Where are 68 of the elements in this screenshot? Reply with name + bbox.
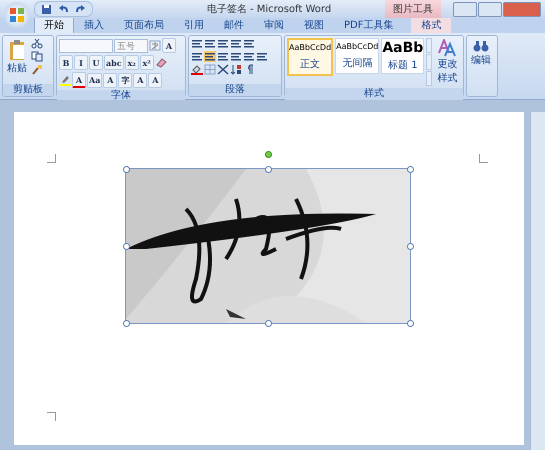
resize-handle[interactable] xyxy=(265,320,272,327)
contextual-tab-header: 图片工具 xyxy=(385,0,441,18)
format-button[interactable]: A xyxy=(148,72,162,88)
vertical-scrollbar[interactable] xyxy=(530,112,545,450)
format-button[interactable]: A xyxy=(133,72,148,88)
asian-layout-icon[interactable] xyxy=(217,64,229,75)
format-button[interactable]: x² xyxy=(140,55,154,70)
format-button[interactable]: U xyxy=(89,55,103,70)
bullets-icon[interactable] xyxy=(191,38,203,49)
ribbon-tab[interactable]: 页面布局 xyxy=(114,16,174,33)
undo-icon[interactable] xyxy=(58,4,69,14)
ribbon-tab[interactable]: 审阅 xyxy=(254,16,294,33)
highlighter-icon[interactable] xyxy=(59,74,71,86)
binoculars-icon xyxy=(473,39,489,53)
group-title: 样式 xyxy=(285,88,463,100)
crop-mark xyxy=(47,154,56,163)
align-right-icon[interactable] xyxy=(217,51,229,62)
format-button[interactable]: B xyxy=(59,55,73,70)
resize-handle[interactable] xyxy=(123,166,130,173)
shading-icon[interactable] xyxy=(191,64,203,75)
justify-icon[interactable] xyxy=(230,51,242,62)
ribbon-tab[interactable]: 插入 xyxy=(74,16,114,33)
crop-mark xyxy=(479,154,488,163)
close-button[interactable] xyxy=(503,2,541,16)
resize-handle[interactable] xyxy=(123,320,130,327)
ribbon-tab[interactable]: PDF工具集 xyxy=(334,16,404,33)
phonetic-guide-icon[interactable] xyxy=(149,40,161,51)
resize-handle[interactable] xyxy=(407,243,414,250)
crop-mark xyxy=(47,412,56,421)
brush-icon[interactable] xyxy=(31,64,43,75)
format-button[interactable]: Aa xyxy=(87,72,102,88)
redo-icon[interactable] xyxy=(75,4,86,14)
format-button[interactable]: 字 xyxy=(118,72,132,88)
window-title: 电子签名 - Microsoft Word xyxy=(206,2,332,16)
save-icon[interactable] xyxy=(41,4,52,14)
eraser-icon[interactable] xyxy=(154,57,167,68)
group-title: 剪贴板 xyxy=(3,84,53,96)
sort-icon[interactable] xyxy=(230,64,242,75)
style-preset[interactable]: AaBb 标题 1 xyxy=(381,38,424,74)
format-button[interactable]: x₂ xyxy=(124,55,139,70)
clipboard-icon xyxy=(8,39,26,61)
copy-icon[interactable] xyxy=(31,51,43,62)
resize-handle[interactable] xyxy=(265,166,272,173)
group-title: 段落 xyxy=(189,84,281,96)
resize-handle[interactable] xyxy=(123,243,130,250)
format-button[interactable]: abc xyxy=(104,55,124,70)
editing-button[interactable]: 编辑 xyxy=(469,38,493,94)
rotate-handle[interactable] xyxy=(265,151,272,158)
paste-button[interactable]: 粘贴 xyxy=(5,38,29,82)
style-preset[interactable]: AaBbCcDd 正文 xyxy=(287,38,334,76)
resize-handle[interactable] xyxy=(407,320,414,327)
ribbon-tab[interactable]: 视图 xyxy=(294,16,334,33)
format-button[interactable]: A xyxy=(103,72,118,88)
letters-a-icon xyxy=(437,39,458,57)
character-border-button[interactable]: A xyxy=(162,38,176,53)
ribbon-tab[interactable]: 邮件 xyxy=(214,16,254,33)
scissors-icon[interactable] xyxy=(31,38,43,49)
office-logo-icon xyxy=(9,7,25,23)
resize-handle[interactable] xyxy=(407,166,414,173)
format-button[interactable]: A xyxy=(72,72,86,88)
office-button[interactable] xyxy=(4,2,30,28)
ribbon-tab[interactable]: 引用 xyxy=(174,16,214,33)
align-left-icon[interactable] xyxy=(191,51,203,62)
change-styles-button[interactable]: 更改样式 xyxy=(434,38,461,86)
format-button[interactable]: I xyxy=(74,55,88,70)
align-center-icon[interactable] xyxy=(204,51,216,62)
style-preset[interactable]: AaBbCcDd 无间隔 xyxy=(335,38,380,74)
font-name-field[interactable] xyxy=(59,38,113,52)
